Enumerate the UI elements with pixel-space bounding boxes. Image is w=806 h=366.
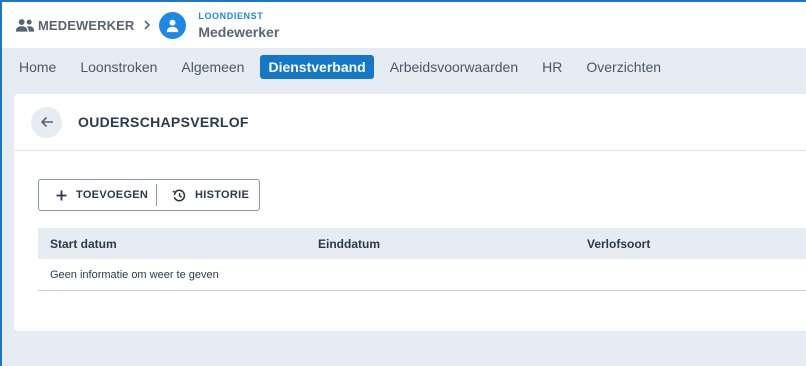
history-button-label: HISTORIE [195, 189, 250, 201]
people-icon [15, 19, 35, 32]
history-button[interactable]: HISTORIE [157, 180, 249, 210]
tab-arbeidsvoorwaarden[interactable]: Arbeidsvoorwaarden [382, 55, 526, 79]
breadcrumb-label: MEDEWERKER [38, 17, 135, 33]
employee-info: LOONDIENST Medewerker [198, 10, 280, 40]
tab-overzichten[interactable]: Overzichten [578, 55, 669, 79]
avatar [159, 11, 187, 39]
add-button-label: TOEVOEGEN [76, 189, 149, 201]
tab-hr[interactable]: HR [534, 55, 570, 79]
tab-dienstverband[interactable]: Dienstverband [260, 55, 374, 79]
plus-icon [56, 190, 67, 200]
app-header: MEDEWERKER LOONDIENST Medewerker [2, 2, 806, 48]
card-header: OUDERSCHAPSVERLOF [14, 94, 806, 151]
chevron-right-icon [144, 20, 151, 30]
data-table: Start datum Einddatum Verlofsoort Geen i… [38, 228, 806, 291]
back-button[interactable] [31, 106, 62, 138]
column-header-verlofsoort[interactable]: Verlofsoort [587, 237, 650, 251]
history-icon [172, 189, 186, 201]
add-button[interactable]: TOEVOEGEN [39, 184, 157, 206]
tab-home[interactable]: Home [11, 55, 64, 79]
person-icon [167, 19, 179, 32]
page-title: OUDERSCHAPSVERLOF [78, 114, 249, 130]
employee-name: Medewerker [198, 23, 280, 40]
column-header-start-datum[interactable]: Start datum [50, 237, 117, 251]
table-header: Start datum Einddatum Verlofsoort [38, 228, 806, 259]
column-header-einddatum[interactable]: Einddatum [318, 237, 380, 251]
empty-table-message: Geen informatie om weer te geven [38, 259, 806, 291]
tab-algemeen[interactable]: Algemeen [173, 55, 252, 79]
employee-category: LOONDIENST [198, 10, 264, 21]
arrow-left-icon [40, 116, 53, 128]
tab-loonstroken[interactable]: Loonstroken [72, 55, 165, 79]
content-card: OUDERSCHAPSVERLOF TOEVOEGEN HISTORIE Sta… [14, 94, 806, 331]
breadcrumb[interactable]: MEDEWERKER [15, 18, 134, 33]
tab-bar: Home Loonstroken Algemeen Dienstverband … [2, 48, 806, 86]
action-button-group: TOEVOEGEN HISTORIE [38, 179, 260, 211]
